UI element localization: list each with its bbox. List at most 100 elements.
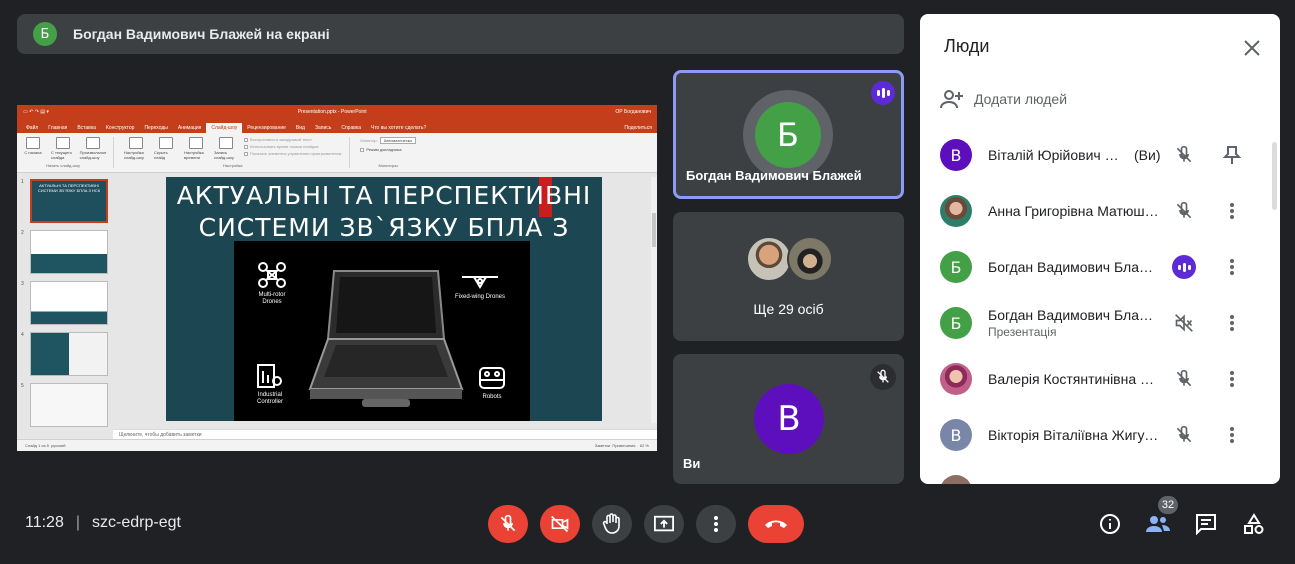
toggle-mic-button[interactable] — [488, 505, 528, 543]
slide-image-panel: Multi-rotor Drones Fixed-wing Drones Ind… — [234, 241, 530, 421]
add-people-button[interactable]: Додати людей — [940, 88, 1067, 110]
rugged-laptop-image — [308, 270, 464, 407]
pp-tab: Запись — [314, 125, 332, 131]
chat-button[interactable] — [1194, 512, 1218, 536]
pp-tab: Файл — [26, 125, 39, 131]
presenter-banner-text: Богдан Вадимович Блажей на екрані — [73, 26, 330, 42]
ribbon-group-setup: Настройка слайд-шоу Скрыть слайд Настрой… — [124, 137, 351, 168]
more-vert-icon — [714, 516, 718, 532]
camera-off-icon — [551, 515, 569, 533]
info-icon — [1100, 514, 1120, 534]
mic-off-icon — [870, 364, 896, 390]
ribbon-hide-slide: Скрыть слайд — [154, 137, 178, 160]
participant-name: Ви — [683, 456, 701, 471]
slide-thumbnail-2 — [30, 230, 108, 274]
ribbon-group-start: С начала С текущего слайда Произвольное … — [21, 137, 114, 168]
more-vert-icon[interactable] — [1220, 255, 1244, 279]
mic-off-icon — [1172, 423, 1196, 447]
slide-canvas: АКТУАЛЬНІ ТА ПЕРСПЕКТИВНІ СИСТЕМИ ЗВ`ЯЗК… — [113, 173, 657, 439]
participant-name: Віталій Юрійович Л... — [988, 147, 1122, 163]
pp-tab: Рецензирование — [247, 125, 286, 131]
thumb-row: 4 — [21, 332, 109, 376]
raise-hand-button[interactable] — [592, 505, 632, 543]
participant-row[interactable]: В Віталій Юрійович Л... (Ви) — [940, 135, 1260, 175]
participant-row[interactable]: В Вікторія Віталіївна Жигула — [940, 415, 1260, 455]
participant-tile-self[interactable]: В Ви — [673, 354, 904, 484]
ribbon-record: Запись слайд-шоу — [214, 137, 238, 160]
ribbon-from-current: С текущего слайда — [51, 137, 75, 160]
shared-screen[interactable]: ▭ ↶ ↷ ▤ ▾ Presentation.pptx - PowerPoint… — [17, 105, 657, 451]
participant-name: Богдан Вадимович Блажей — [988, 307, 1160, 323]
activities-button[interactable] — [1242, 512, 1266, 536]
present-screen-button[interactable] — [644, 505, 684, 543]
pp-titlebar: ▭ ↶ ↷ ▤ ▾ Presentation.pptx - PowerPoint… — [17, 105, 657, 119]
pp-tab: Вставка — [77, 125, 96, 131]
thumb-row: 5 — [21, 383, 109, 427]
fixedwing-drone-icon — [462, 276, 498, 289]
thumb-row: 1 АКТУАЛЬНІ ТА ПЕРСПЕКТИВНІ СИСТЕМИ ЗВ`Я… — [21, 179, 109, 223]
participant-name-block: Богдан Вадимович Блажей Презентація — [988, 307, 1160, 339]
participant-avatar: В — [940, 139, 972, 171]
hang-up-icon — [765, 520, 787, 528]
participant-photo — [746, 236, 792, 282]
robot-icon — [479, 367, 505, 389]
slide-thumbnail-4 — [30, 332, 108, 376]
meeting-info: 11:28 | szc-edrp-egt — [25, 514, 181, 532]
ribbon-custom-show: Произвольное слайд-шоу — [80, 137, 106, 160]
participant-photo — [940, 475, 972, 484]
participant-photo — [787, 236, 833, 282]
participant-name: Валерія Костянтинівна Савченко — [988, 371, 1160, 387]
ribbon-group-monitors: Монитор: Автоматически Режим докладчика М… — [360, 137, 423, 168]
pp-statusbar: Слайд 1 из 5 русский Заметки Примечания … — [17, 439, 657, 451]
participant-name: Богдан Вадимович Блажей — [686, 168, 862, 183]
participant-tile-presenter[interactable]: Б Богдан Вадимович Блажей — [673, 70, 904, 199]
more-vert-icon[interactable] — [1220, 311, 1244, 335]
more-vert-icon[interactable] — [1220, 367, 1244, 391]
ribbon-setup: Настройка слайд-шоу — [124, 137, 148, 160]
multirotor-item: Multi-rotor Drones — [252, 261, 292, 306]
speaking-indicator-icon — [871, 81, 895, 105]
ribbon-rehearse: Настройка времени — [184, 137, 208, 160]
close-panel-button[interactable] — [1240, 36, 1264, 60]
more-options-button[interactable] — [696, 505, 736, 543]
more-participants-label: Ще 29 осіб — [753, 301, 824, 317]
robots-item: Robots — [470, 365, 514, 401]
slide-thumbnails: 1 АКТУАЛЬНІ ТА ПЕРСПЕКТИВНІ СИСТЕМИ ЗВ`Я… — [17, 173, 113, 439]
participant-avatar: Б — [755, 102, 821, 168]
pp-ribbon-tabs: Файл Главная Вставка Конструктор Переход… — [17, 119, 657, 133]
more-vert-icon[interactable] — [1220, 199, 1244, 223]
participant-avatar: Б — [940, 307, 972, 339]
people-button[interactable] — [1146, 512, 1170, 536]
panel-title: Люди — [944, 36, 990, 56]
pp-quick-access: ▭ ↶ ↷ ▤ ▾ — [23, 109, 49, 115]
leave-call-button[interactable] — [748, 505, 804, 543]
industrial-item: Industrial Controller — [248, 363, 292, 406]
pp-tab-active: Слайд-шоу — [206, 123, 243, 133]
participant-name: Богдан Вадимович Блажей — [988, 259, 1160, 275]
toggle-camera-button[interactable] — [540, 505, 580, 543]
pin-icon[interactable] — [1220, 143, 1244, 167]
pp-tab: Вид — [295, 125, 305, 131]
mic-off-icon — [1172, 143, 1196, 167]
slide-thumbnail-3 — [30, 281, 108, 325]
participant-row[interactable]: Анна Григорівна Матюшенко — [940, 191, 1260, 231]
presenter-banner: Б Богдан Вадимович Блажей на екрані — [17, 14, 904, 54]
ribbon-check-presenter: Режим докладчика — [360, 147, 415, 152]
meeting-details-button[interactable] — [1098, 512, 1122, 536]
chat-icon — [1196, 514, 1216, 535]
participant-row[interactable]: Б Богдан Вадимович Блажей Презентація — [940, 303, 1260, 343]
mic-off-icon — [1172, 199, 1196, 223]
more-vert-icon[interactable] — [1220, 423, 1244, 447]
pp-tab: Конструктор — [105, 125, 135, 131]
participant-avatar: Б — [940, 251, 972, 283]
participant-row[interactable] — [940, 471, 1260, 484]
participant-row[interactable]: Б Богдан Вадимович Блажей — [940, 247, 1260, 287]
current-slide: АКТУАЛЬНІ ТА ПЕРСПЕКТИВНІ СИСТЕМИ ЗВ`ЯЗК… — [166, 177, 602, 421]
pp-tab: Справка — [341, 125, 361, 131]
participant-tile-others[interactable]: Ще 29 осіб — [673, 212, 904, 341]
mic-off-icon — [1172, 367, 1196, 391]
participant-row[interactable]: Валерія Костянтинівна Савченко — [940, 359, 1260, 399]
slide-thumbnail-1: АКТУАЛЬНІ ТА ПЕРСПЕКТИВНІ СИСТЕМИ ЗВ`ЯЗК… — [30, 179, 108, 223]
pp-user: ОР Богданович — [615, 109, 651, 115]
panel-scrollbar[interactable] — [1272, 142, 1277, 210]
